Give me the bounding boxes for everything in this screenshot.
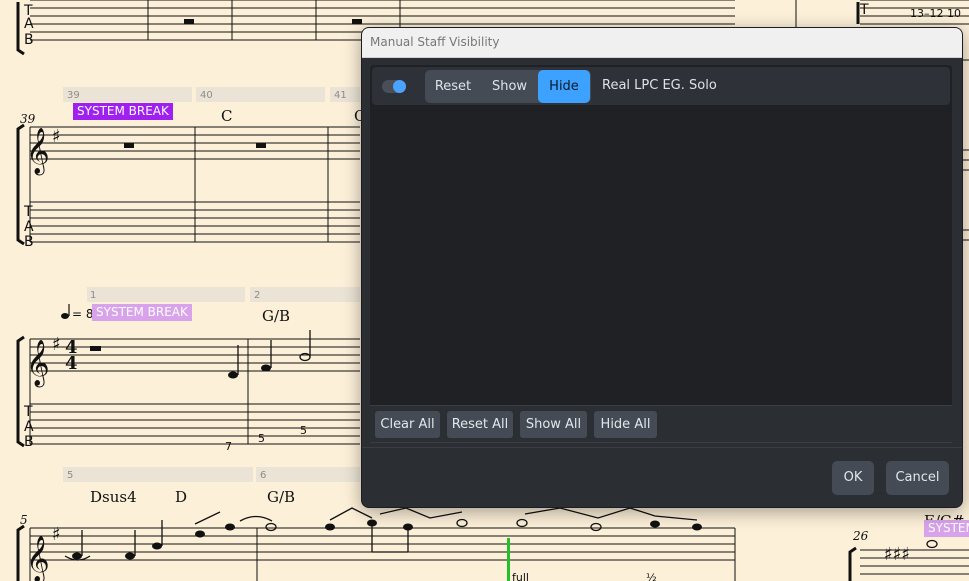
- treble-clef-icon: 𝄞: [26, 536, 50, 581]
- staff-name-label: Real LPC EG. Solo: [602, 78, 717, 93]
- manual-staff-visibility-dialog: Manual Staff Visibility Reset Show Hide …: [361, 27, 963, 508]
- bulk-actions-bar: Clear All Reset All Show All Hide All: [370, 405, 952, 443]
- measure-number: 41: [334, 90, 347, 101]
- chord-symbol: D: [175, 488, 187, 506]
- staff-row: Reset Show Hide Real LPC EG. Solo: [372, 67, 950, 105]
- treble-clef-icon: 𝄞: [26, 340, 50, 388]
- system-break-marker[interactable]: SYSTEM BREAK: [73, 103, 173, 120]
- visibility-segmented-control: Reset Show Hide: [425, 70, 591, 103]
- staff-visibility-toggle[interactable]: [382, 80, 406, 93]
- system-number: 39: [20, 112, 36, 126]
- measure-number: 39: [67, 90, 80, 101]
- staff-list-panel: Reset Show Hide Real LPC EG. Solo: [370, 65, 952, 432]
- measure-number: 40: [200, 90, 213, 101]
- chord-symbol: G/B: [267, 488, 295, 506]
- chord-symbol: Dsus4: [90, 488, 137, 506]
- time-signature-denominator: 4: [65, 353, 78, 374]
- tab-number: 7: [225, 440, 232, 453]
- tab-letter: B: [24, 234, 34, 250]
- bend-annotation: ½: [646, 571, 657, 581]
- tab-letter: T: [859, 2, 869, 18]
- chord-symbol: G/B: [262, 307, 290, 325]
- toggle-knob: [393, 80, 406, 93]
- dialog-titlebar[interactable]: Manual Staff Visibility: [362, 28, 962, 58]
- measure-number: 1: [90, 290, 96, 301]
- reset-all-button[interactable]: Reset All: [447, 411, 513, 438]
- system-break-marker[interactable]: SYSTEM BREAK: [92, 304, 192, 321]
- dialog-title: Manual Staff Visibility: [370, 35, 500, 49]
- show-segment-button[interactable]: Show: [481, 70, 538, 103]
- tab-letter: A: [24, 16, 34, 32]
- cancel-button[interactable]: Cancel: [886, 461, 949, 495]
- tab-letter: B: [24, 434, 34, 450]
- clear-all-button[interactable]: Clear All: [375, 411, 440, 438]
- footer-divider: [362, 447, 962, 448]
- tab-number: 5: [258, 432, 265, 445]
- chord-symbol: C: [221, 107, 232, 125]
- tab-number: 13–12 10: [910, 7, 961, 20]
- measure-number: 5: [67, 470, 73, 481]
- system-number: 5: [20, 513, 28, 527]
- ok-button[interactable]: OK: [832, 461, 874, 495]
- key-signature-icon: ♯: [52, 334, 61, 355]
- key-signature-icon: ♯♯♯: [884, 544, 910, 565]
- tab-letter: B: [24, 32, 34, 48]
- tab-letter: A: [24, 419, 34, 435]
- tab-letter: A: [24, 219, 34, 235]
- hide-segment-button[interactable]: Hide: [538, 70, 590, 103]
- bend-annotation: full: [512, 571, 529, 581]
- tab-letter: T: [23, 404, 33, 420]
- system-number: 26: [852, 529, 869, 543]
- reset-segment-button[interactable]: Reset: [425, 70, 481, 103]
- tab-letter: T: [23, 204, 33, 220]
- playback-cursor: [507, 538, 510, 581]
- hide-all-button[interactable]: Hide All: [594, 411, 657, 438]
- show-all-button[interactable]: Show All: [520, 411, 587, 438]
- tab-number: 5: [300, 424, 307, 437]
- measure-number: 6: [260, 470, 266, 481]
- treble-clef-icon: 𝄞: [26, 128, 50, 176]
- system-break-marker[interactable]: SYSTEM BREAK: [924, 520, 969, 537]
- measure-number: 2: [254, 290, 260, 301]
- key-signature-icon: ♯: [52, 126, 61, 147]
- key-signature-icon: ♯: [52, 524, 61, 545]
